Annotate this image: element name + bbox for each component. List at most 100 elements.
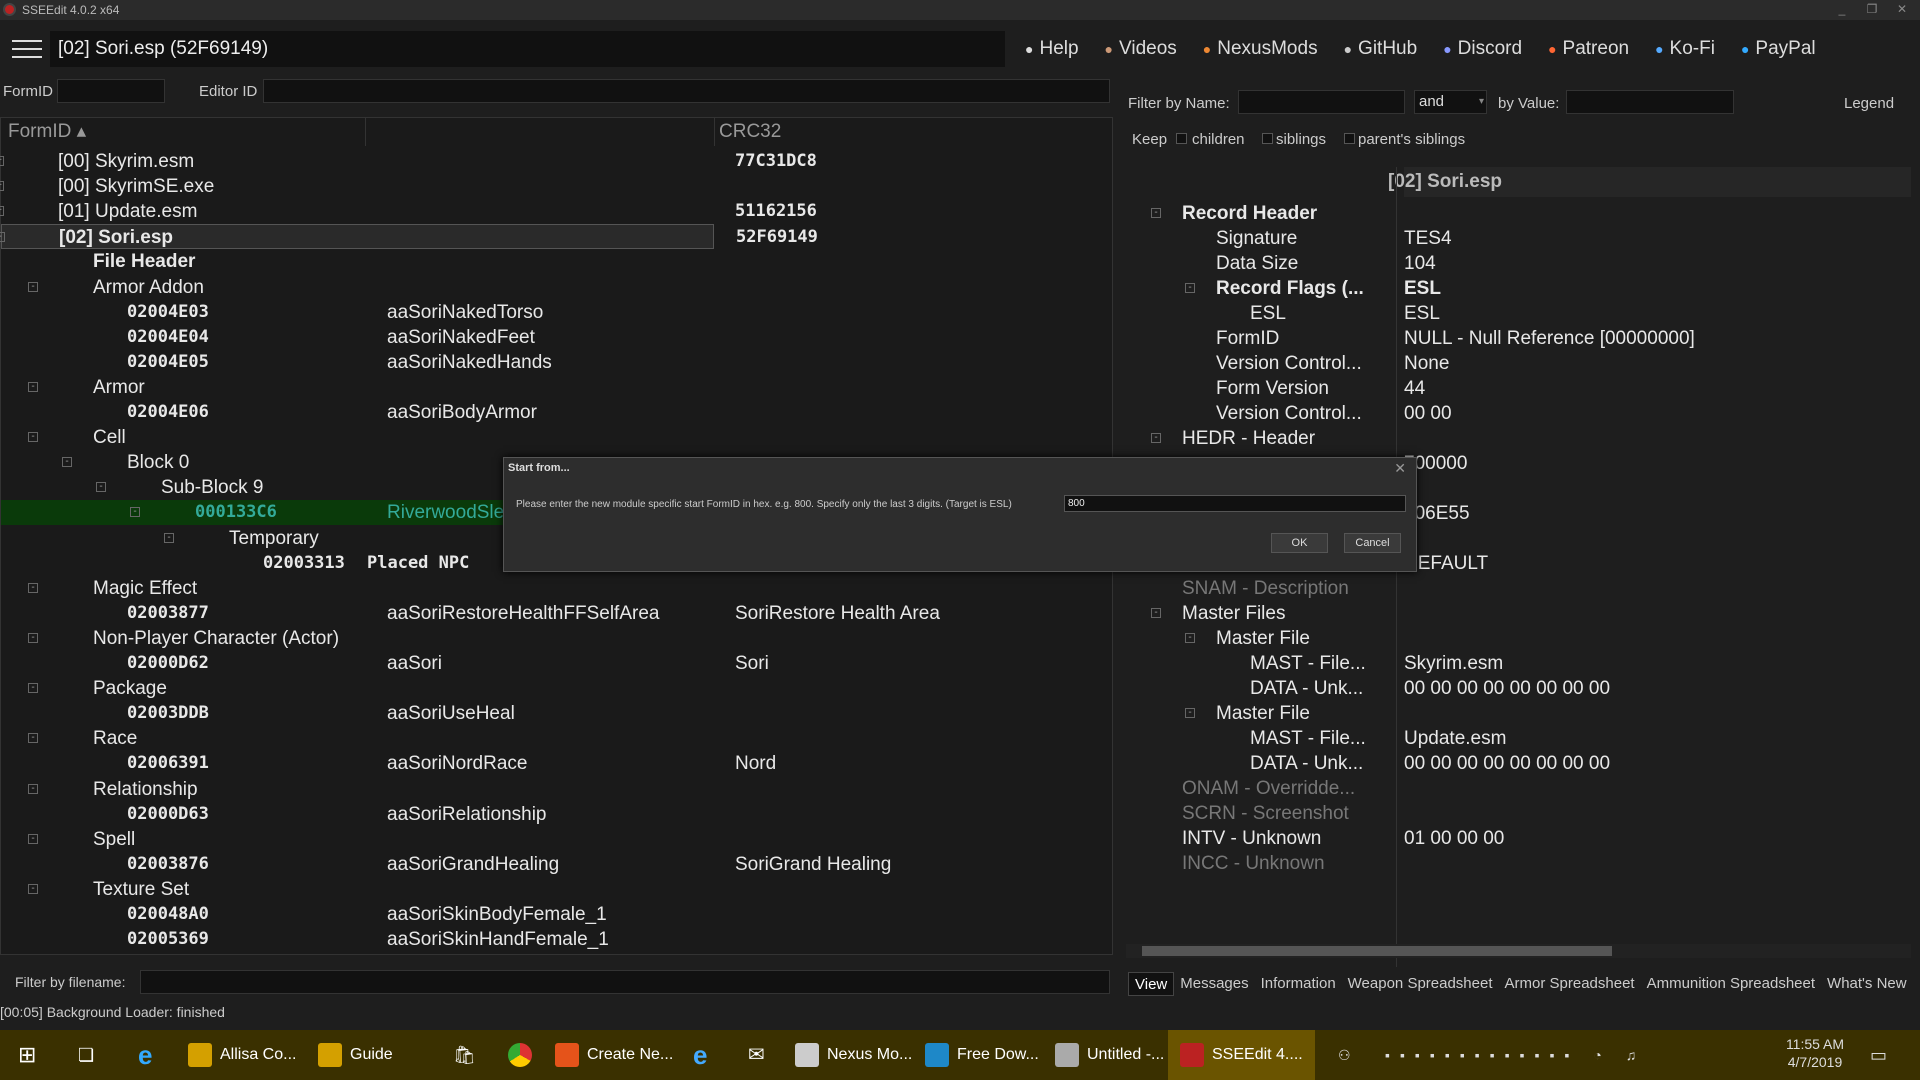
expand-toggle-icon[interactable]: - bbox=[62, 457, 72, 468]
record-field-row[interactable]: ONAM - Overridde... bbox=[1126, 776, 1911, 801]
taskbar-item[interactable]: Allisa Co... bbox=[188, 1030, 296, 1080]
tree-row[interactable]: + [01] Update.esm 51162156 bbox=[0, 199, 1114, 224]
notification-icon[interactable]: ▭ bbox=[1870, 1030, 1887, 1080]
column-header-crc32[interactable]: CRC32 bbox=[719, 118, 781, 146]
record-field-row[interactable]: Signature TES4 bbox=[1126, 226, 1911, 251]
and-or-select[interactable]: and ▾ bbox=[1414, 90, 1487, 114]
tree-row[interactable]: - Relationship bbox=[1, 777, 1114, 802]
task-view-icon[interactable]: ❏ bbox=[78, 1030, 94, 1080]
taskbar-item[interactable]: Free Dow... bbox=[925, 1030, 1039, 1080]
dialog-close-icon[interactable]: ✕ bbox=[1394, 460, 1406, 477]
tab-weapon-spreadsheet[interactable]: Weapon Spreadsheet bbox=[1342, 972, 1499, 996]
tree-row[interactable]: - Race bbox=[1, 726, 1114, 751]
expand-toggle-icon[interactable]: - bbox=[1151, 433, 1161, 443]
expand-toggle-icon[interactable]: - bbox=[28, 733, 38, 744]
expand-toggle-icon[interactable]: - bbox=[28, 883, 38, 894]
hamburger-menu-icon[interactable] bbox=[12, 40, 42, 60]
tree-row[interactable]: - Cell bbox=[1, 425, 1114, 450]
horizontal-scrollbar[interactable] bbox=[1126, 944, 1911, 958]
column-header-formid[interactable]: FormID ▴ bbox=[8, 118, 86, 146]
record-field-row[interactable]: INTV - Unknown 01 00 00 00 bbox=[1126, 826, 1911, 851]
record-field-row[interactable]: ESL ESL bbox=[1126, 301, 1911, 326]
record-field-row[interactable]: Data Size 104 bbox=[1126, 251, 1911, 276]
cancel-button[interactable]: Cancel bbox=[1344, 533, 1401, 553]
tree-row[interactable]: - Armor bbox=[1, 375, 1114, 400]
chrome-icon[interactable] bbox=[508, 1030, 540, 1080]
record-field-row[interactable]: - Master Files bbox=[1126, 601, 1911, 626]
record-field-row[interactable]: Version Control... 00 00 bbox=[1126, 401, 1911, 426]
start-button[interactable]: ⊞ bbox=[18, 1030, 36, 1080]
expand-toggle-icon[interactable]: - bbox=[28, 783, 38, 794]
link-kofi[interactable]: ● Ko-Fi bbox=[1655, 31, 1715, 67]
clock[interactable]: 11:55 AM 4/7/2019 bbox=[1780, 1036, 1850, 1080]
filter-value-input[interactable] bbox=[1566, 90, 1734, 114]
editorid-input[interactable] bbox=[263, 79, 1110, 103]
record-field-row[interactable]: Version Control... None bbox=[1126, 351, 1911, 376]
taskbar-item[interactable]: Guide bbox=[318, 1030, 393, 1080]
record-field-row[interactable]: - Record Flags (... ESL bbox=[1126, 276, 1911, 301]
ie-icon[interactable]: e bbox=[693, 1030, 707, 1080]
tab-information[interactable]: Information bbox=[1255, 972, 1342, 996]
edge-icon[interactable]: e bbox=[138, 1030, 152, 1080]
tree-row[interactable]: 02003877 aaSoriRestoreHealthFFSelfArea Sor… bbox=[1, 601, 1114, 626]
record-field-row[interactable]: MAST - File... Update.esm bbox=[1126, 726, 1911, 751]
tree-row[interactable]: File Header bbox=[1, 249, 1114, 274]
store-icon[interactable]: 🛍 bbox=[453, 1030, 476, 1080]
record-field-row[interactable]: SNAM - Description bbox=[1126, 576, 1911, 601]
tab-messages[interactable]: Messages bbox=[1174, 972, 1254, 996]
tree-row[interactable]: - Texture Set bbox=[1, 877, 1114, 902]
children-checkbox[interactable] bbox=[1176, 133, 1187, 144]
record-field-row[interactable]: DATA - Unk... 00 00 00 00 00 00 00 00 bbox=[1126, 751, 1911, 776]
expand-toggle-icon[interactable]: + bbox=[0, 156, 4, 166]
filename-filter-input[interactable] bbox=[140, 970, 1110, 994]
tree-row[interactable]: 02005369 aaSoriSkinHandFemale_1 bbox=[1, 927, 1114, 952]
expand-toggle-icon[interactable]: - bbox=[28, 582, 38, 593]
tree-row[interactable]: 02000D62 aaSori Sori bbox=[1, 651, 1114, 676]
tree-row[interactable]: 02003DDB aaSoriUseHeal bbox=[1, 701, 1114, 726]
expand-toggle-icon[interactable]: - bbox=[130, 507, 140, 518]
formid-input[interactable] bbox=[57, 79, 165, 103]
tree-row[interactable]: - Package bbox=[1, 676, 1114, 701]
tree-row[interactable]: - Magic Effect bbox=[1, 576, 1114, 601]
tree-row[interactable]: 020048A0 aaSoriSkinBodyFemale_1 bbox=[1, 902, 1114, 927]
expand-toggle-icon[interactable]: - bbox=[28, 432, 38, 443]
tree-row[interactable]: - Armor Addon bbox=[1, 275, 1114, 300]
record-field-row[interactable]: SCRN - Screenshot bbox=[1126, 801, 1911, 826]
tab-ammunition-spreadsheet[interactable]: Ammunition Spreadsheet bbox=[1641, 972, 1821, 996]
tree-row[interactable]: - Non-Player Character (Actor) bbox=[1, 626, 1114, 651]
expand-toggle-icon[interactable]: - bbox=[1185, 708, 1195, 718]
expand-toggle-icon[interactable]: - bbox=[28, 683, 38, 694]
taskbar-item[interactable]: Create Ne... bbox=[555, 1030, 673, 1080]
expand-toggle-icon[interactable]: - bbox=[164, 532, 174, 543]
expand-toggle-icon[interactable]: - bbox=[28, 381, 38, 392]
maximize-button[interactable]: ❐ bbox=[1858, 0, 1886, 20]
expand-toggle-icon[interactable]: - bbox=[28, 632, 38, 643]
tree-row[interactable]: - [02] Sori.esp 52F69149 bbox=[0, 224, 818, 250]
expand-toggle-icon[interactable]: - bbox=[1185, 633, 1195, 643]
link-github[interactable]: ● GitHub bbox=[1344, 31, 1418, 67]
tree-row[interactable]: - Spell bbox=[1, 827, 1114, 852]
link-nexusmods[interactable]: ● NexusMods bbox=[1203, 31, 1318, 67]
record-field-row[interactable]: FormID NULL - Null Reference [00000000] bbox=[1126, 326, 1911, 351]
link-patreon[interactable]: ● Patreon bbox=[1548, 31, 1629, 67]
start-formid-input[interactable]: 800 bbox=[1064, 495, 1406, 512]
filter-name-input[interactable] bbox=[1238, 90, 1405, 114]
expand-toggle-icon[interactable]: - bbox=[96, 482, 106, 493]
tree-row[interactable]: 02004E06 aaSoriBodyArmor bbox=[1, 400, 1114, 425]
close-window-button[interactable]: ✕ bbox=[1888, 0, 1916, 20]
mail-icon[interactable]: ✉ bbox=[748, 1030, 765, 1080]
expand-toggle-icon[interactable]: + bbox=[0, 181, 4, 192]
record-field-row[interactable]: - Master File bbox=[1126, 701, 1911, 726]
tab-view[interactable]: View bbox=[1128, 972, 1175, 996]
expand-toggle-icon[interactable]: + bbox=[0, 206, 4, 217]
link-paypal[interactable]: ● PayPal bbox=[1741, 31, 1816, 67]
minimize-button[interactable]: _ bbox=[1828, 0, 1856, 20]
expand-toggle-icon[interactable]: - bbox=[1151, 608, 1161, 618]
ok-button[interactable]: OK bbox=[1271, 533, 1328, 553]
people-icon[interactable]: ⚇ bbox=[1338, 1030, 1351, 1080]
taskbar-item[interactable]: SSEEdit 4.... bbox=[1168, 1030, 1315, 1080]
link-videos[interactable]: ● Videos bbox=[1105, 31, 1177, 67]
record-field-row[interactable]: Form Version 44 bbox=[1126, 376, 1911, 401]
expand-toggle-icon[interactable]: - bbox=[1151, 208, 1161, 218]
expand-toggle-icon[interactable]: - bbox=[0, 232, 5, 243]
